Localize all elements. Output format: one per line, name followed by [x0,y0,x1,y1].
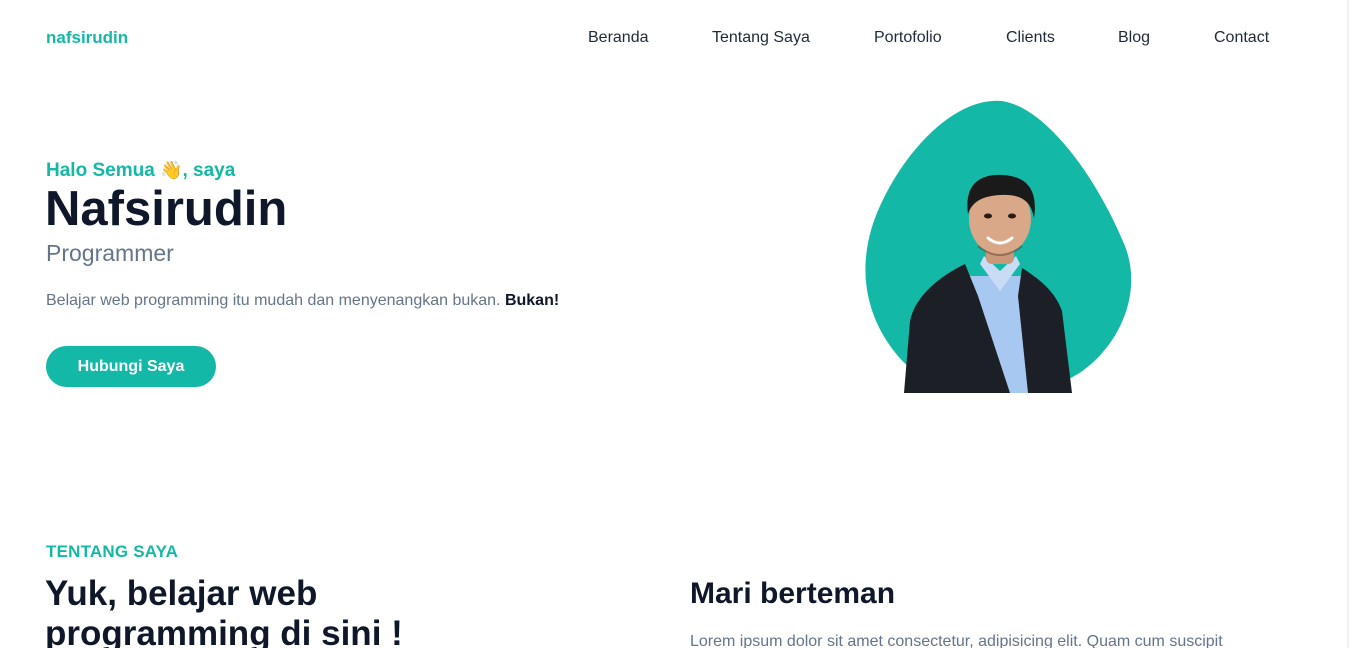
hero-description-text: Belajar web programming itu mudah dan me… [46,292,501,309]
hero-description: Belajar web programming itu mudah dan me… [46,292,559,310]
nav-item-tentang-saya[interactable]: Tentang Saya [712,29,810,47]
greeting-suffix: , saya [182,160,236,181]
greeting-text: Halo Semua [46,160,155,181]
hero-description-emphasis: Bukan! [504,292,560,309]
nav-item-blog[interactable]: Blog [1118,29,1150,47]
nav-item-contact[interactable]: Contact [1214,29,1269,47]
nav-item-beranda[interactable]: Beranda [588,29,649,47]
portrait-eye-left [984,213,992,219]
waving-hand-icon: 👋 [160,160,183,180]
nav-item-portofolio[interactable]: Portofolio [874,29,942,47]
person-portrait-icon [865,100,1132,393]
contact-me-button[interactable]: Hubungi Saya [46,346,216,387]
about-eyebrow: TENTANG SAYA [46,542,179,561]
friend-title: Mari berteman [690,577,896,610]
hero-role: Programmer [46,240,174,266]
friend-text: Lorem ipsum dolor sit amet consectetur, … [690,633,1223,648]
portrait-eye-right [1008,213,1016,219]
nav-item-clients[interactable]: Clients [1006,29,1055,47]
hero-name: Nafsirudin [45,182,288,236]
page: nafsirudin Beranda Tentang Saya Portofol… [0,0,1349,648]
hero-greeting: Halo Semua 👋, saya [46,160,235,182]
about-title: Yuk, belajar web programming di sini ! [45,574,403,648]
brand-logo[interactable]: nafsirudin [46,28,128,48]
